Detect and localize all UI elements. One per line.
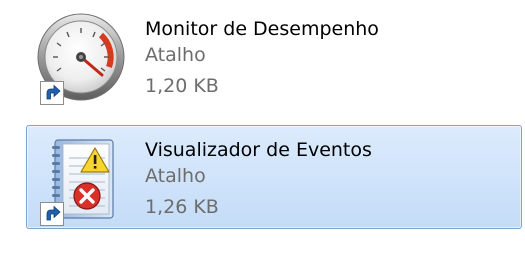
file-size: 1,20 KB: [145, 75, 219, 97]
shortcut-arrow-icon: [40, 202, 64, 226]
file-tile-performance-monitor[interactable]: Monitor de Desempenho Atalho 1,20 KB: [26, 4, 522, 108]
event-viewer-log-icon: [35, 134, 127, 226]
file-name: Monitor de Desempenho: [145, 18, 379, 40]
file-type: Atalho: [145, 165, 206, 187]
file-list-pane: Monitor de Desempenho Atalho 1,20 KB Vis…: [0, 0, 525, 274]
file-info: Visualizador de Eventos Atalho 1,26 KB: [145, 138, 372, 226]
file-info: Monitor de Desempenho Atalho 1,20 KB: [145, 17, 379, 105]
file-type: Atalho: [145, 44, 206, 66]
file-tile-event-viewer[interactable]: Visualizador de Eventos Atalho 1,26 KB: [26, 125, 522, 229]
file-size: 1,26 KB: [145, 196, 219, 218]
shortcut-arrow-icon: [40, 81, 64, 105]
performance-monitor-gauge-icon: [35, 13, 127, 105]
file-name: Visualizador de Eventos: [145, 139, 372, 161]
